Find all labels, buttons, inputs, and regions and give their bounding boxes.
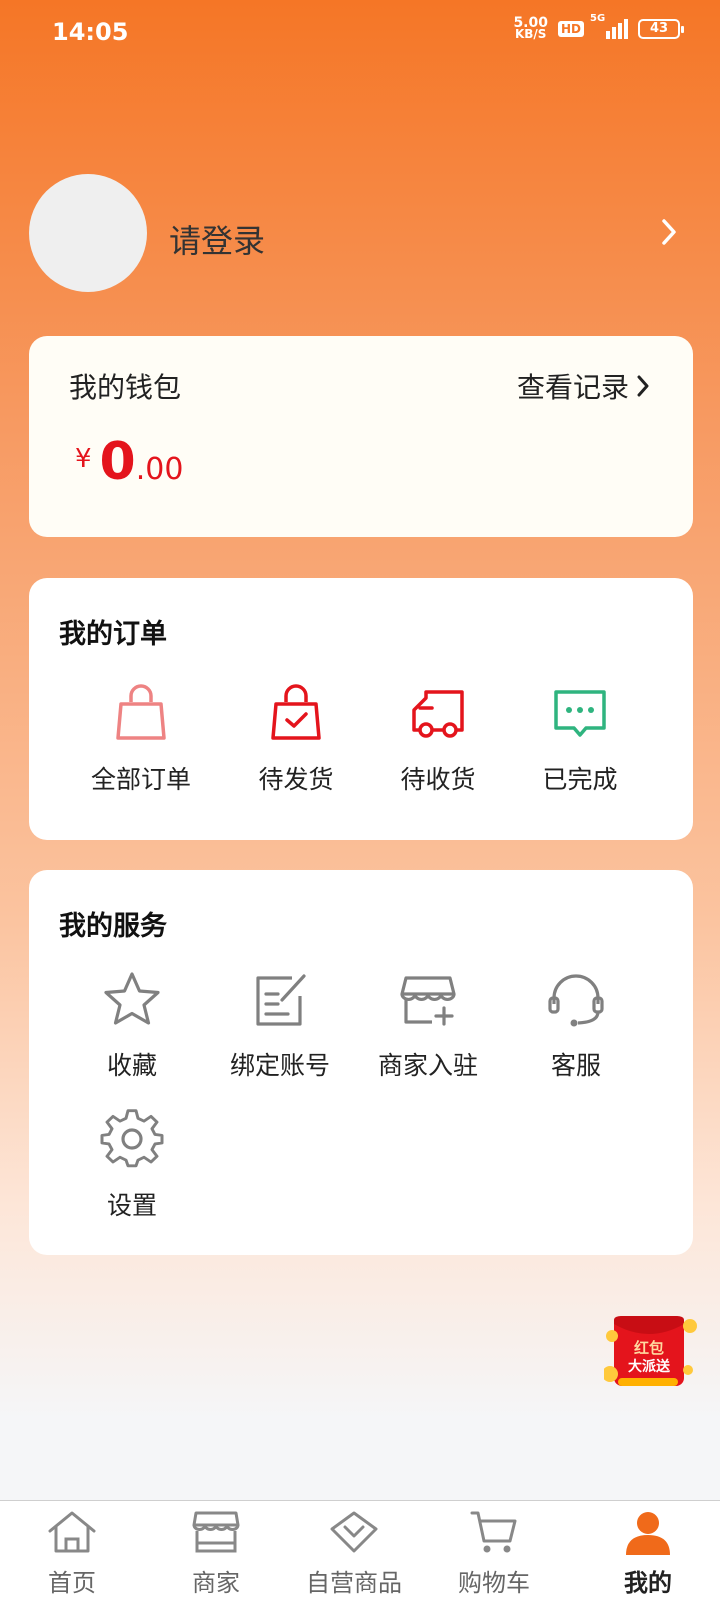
- bag-check-icon: [271, 684, 321, 740]
- network-speed: 5.00 KB/S: [513, 15, 548, 41]
- status-bar: 14:05 5.00 KB/S HD 5G 43: [0, 0, 720, 64]
- shopping-bag-icon: [116, 684, 166, 740]
- battery-icon: 43: [638, 19, 684, 39]
- edit-note-icon: [256, 974, 306, 1026]
- orders-card: 我的订单 全部订单 待发货 待收货 已完成: [29, 578, 693, 840]
- chevron-right-icon[interactable]: [635, 373, 651, 399]
- wallet-title: 我的钱包: [69, 371, 182, 404]
- login-text[interactable]: 请登录: [169, 216, 265, 262]
- user-icon: [626, 1512, 670, 1555]
- view-records-label[interactable]: 查看记录: [517, 366, 629, 406]
- view-records-link[interactable]: 查看记录: [517, 366, 651, 406]
- balance-integer: 0: [99, 432, 136, 492]
- cart-icon: [470, 1511, 517, 1553]
- svg-text:大派送: 大派送: [628, 1358, 671, 1375]
- status-indicators: 5.00 KB/S HD 5G 43: [513, 13, 684, 41]
- order-completed-item[interactable]: 已完成: [505, 682, 655, 796]
- login-row[interactable]: 请登录: [29, 174, 691, 292]
- status-time: 14:05: [52, 18, 129, 46]
- order-all-item[interactable]: 全部订单: [66, 682, 216, 796]
- service-favorites-item[interactable]: 收藏: [57, 968, 207, 1082]
- services-card: 我的服务 收藏 绑定账号 商家入驻 客服 设置: [29, 870, 693, 1255]
- store-add-icon: [400, 976, 456, 1026]
- shop-icon: [192, 1511, 240, 1553]
- currency-symbol: ¥: [75, 444, 92, 474]
- bottom-tab-bar: 首页 商家 自营商品 购物车 我的: [0, 1500, 720, 1600]
- tab-self-operated[interactable]: 自营商品: [284, 1509, 424, 1598]
- home-icon: [48, 1511, 96, 1553]
- tab-merchants[interactable]: 商家: [146, 1509, 286, 1598]
- tab-home[interactable]: 首页: [2, 1509, 142, 1598]
- order-pending-receipt-item[interactable]: 待收货: [363, 682, 513, 796]
- service-settings-item[interactable]: 设置: [57, 1108, 207, 1222]
- wallet-card: 我的钱包 查看记录 ¥ 0 .00: [29, 336, 693, 537]
- chat-bubble-icon: [554, 690, 606, 737]
- signal-icon: 5G: [590, 13, 628, 39]
- service-bind-account-item[interactable]: 绑定账号: [205, 968, 355, 1082]
- hd-badge: HD: [557, 21, 584, 37]
- orders-title: 我的订单: [59, 619, 167, 650]
- wallet-balance: ¥ 0 .00: [75, 432, 183, 492]
- balance-decimal: .00: [135, 452, 184, 487]
- gear-icon: [100, 1109, 164, 1168]
- tab-mine[interactable]: 我的: [578, 1509, 718, 1598]
- red-packet-promo-button[interactable]: 红包 大派送: [602, 1308, 700, 1394]
- chevron-right-icon[interactable]: [655, 214, 683, 250]
- headset-icon: [548, 974, 604, 1027]
- avatar[interactable]: [29, 174, 147, 292]
- service-merchant-join-item[interactable]: 商家入驻: [353, 968, 503, 1082]
- delivery-truck-icon: [412, 690, 464, 738]
- star-icon: [104, 972, 160, 1025]
- services-title: 我的服务: [59, 911, 167, 942]
- red-packet-icon: 红包 大派送: [602, 1316, 697, 1386]
- order-pending-shipment-item[interactable]: 待发货: [221, 682, 371, 796]
- diamond-icon: [330, 1511, 378, 1553]
- tab-cart[interactable]: 购物车: [424, 1509, 564, 1598]
- svg-text:红包: 红包: [634, 1339, 664, 1357]
- service-customer-support-item[interactable]: 客服: [501, 968, 651, 1082]
